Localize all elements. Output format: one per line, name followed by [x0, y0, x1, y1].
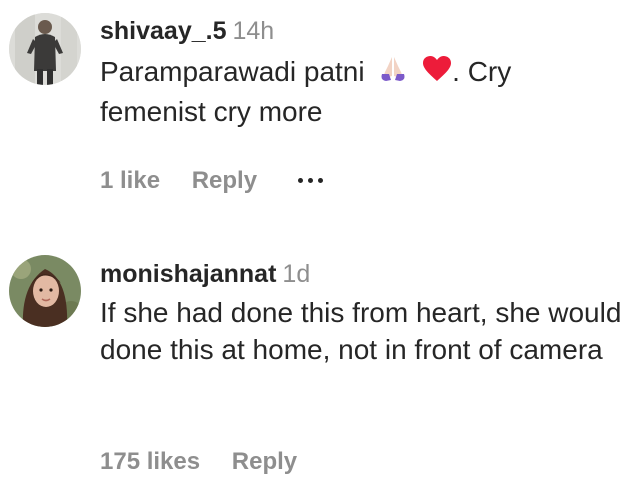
comment-text: If she had done this from heart, she wou…: [100, 297, 622, 365]
comment-text-segment: . Cry: [452, 56, 512, 87]
comment-item: shivaay_.5 14h Paramparawadi patni . Cry …: [0, 0, 640, 230]
reply-button[interactable]: Reply: [192, 167, 257, 194]
comment-body: shivaay_.5 14h Paramparawadi patni . Cry …: [100, 14, 630, 130]
comment-timestamp[interactable]: 1d: [282, 260, 310, 288]
comment-body: monishajannat 1d If she had done this fro…: [100, 257, 630, 368]
comment-actions: 175 likes Reply: [100, 448, 297, 476]
user-avatar-woman: [9, 255, 81, 327]
more-options-icon[interactable]: [297, 162, 328, 190]
likes-count[interactable]: 175 likes: [100, 448, 200, 475]
avatar[interactable]: [9, 13, 81, 85]
comment-timestamp[interactable]: 14h: [233, 17, 275, 45]
user-avatar-man: [9, 13, 81, 85]
folded-hands-icon: [376, 54, 410, 93]
red-heart-icon: [422, 55, 452, 92]
reply-button[interactable]: Reply: [232, 448, 297, 475]
username-link[interactable]: monishajannat: [100, 260, 276, 288]
comment-text: Paramparawadi patni . Cry femenist cry m…: [100, 53, 630, 130]
comment-actions: 1 like Reply: [100, 167, 328, 196]
likes-count[interactable]: 1 like: [100, 167, 160, 194]
avatar[interactable]: [9, 255, 81, 327]
comment-item: monishajannat 1d If she had done this fro…: [0, 240, 640, 495]
comment-header: monishajannat 1d: [100, 257, 630, 291]
comment-header: shivaay_.5 14h: [100, 14, 630, 48]
username-link[interactable]: shivaay_.5: [100, 17, 227, 45]
comment-text-segment: femenist cry more: [100, 96, 323, 128]
comment-text-segment: Paramparawadi patni: [100, 56, 365, 87]
